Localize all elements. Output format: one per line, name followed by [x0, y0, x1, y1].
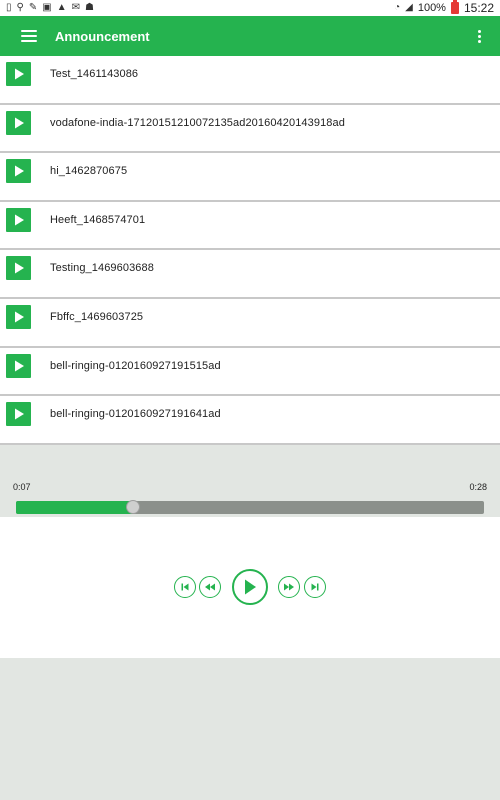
overflow-menu-icon[interactable] — [472, 28, 486, 44]
android-icon: ☗ — [84, 2, 94, 13]
total-time: 0:28 — [469, 482, 487, 492]
skip-previous-icon — [181, 583, 189, 591]
status-bar: ▯ ⚲ ✎ ▣ ▲ ✉ ☗ ◔ ◢ 100% 15:22 — [0, 0, 500, 16]
play-icon — [14, 165, 24, 177]
track-play-button[interactable] — [6, 207, 31, 232]
rewind-button[interactable] — [199, 576, 221, 598]
track-play-button[interactable] — [6, 402, 31, 427]
track-name: vodafone-india-17120151210072135ad201604… — [50, 116, 345, 129]
track-name: Fbffc_1469603725 — [50, 310, 144, 323]
device-icon: ▯ — [6, 2, 12, 13]
play-icon — [14, 408, 24, 420]
play-icon — [14, 262, 24, 274]
track-name: bell-ringing-0120160927191641ad — [50, 408, 221, 421]
wifi-icon: ◔ — [394, 2, 401, 13]
seek-bar[interactable] — [16, 500, 484, 514]
track-play-button[interactable] — [6, 256, 31, 281]
signal-icon: ◢ — [405, 2, 413, 13]
warning-icon: ▲ — [56, 2, 67, 13]
track-play-button[interactable] — [6, 159, 31, 184]
status-icons-right: ◔ ◢ 100% 15:22 — [394, 0, 494, 15]
play-icon — [14, 360, 24, 372]
play-button[interactable] — [232, 569, 268, 605]
player-progress-panel: 0:07 0:28 — [0, 445, 500, 517]
rewind-icon — [205, 583, 215, 591]
track-play-button[interactable] — [6, 110, 31, 135]
battery-icon — [450, 0, 459, 14]
track-play-button[interactable] — [6, 304, 31, 329]
track-row[interactable]: vodafone-india-17120151210072135ad201604… — [0, 104, 500, 154]
track-row[interactable]: bell-ringing-0120160927191641ad — [0, 396, 500, 445]
track-name: hi_1462870675 — [50, 165, 128, 178]
track-play-button[interactable] — [6, 62, 31, 86]
image-icon: ▣ — [42, 2, 52, 13]
track-row[interactable]: bell-ringing-0120160927191515ad — [0, 347, 500, 397]
track-row[interactable]: Test_1461143086 — [0, 56, 500, 105]
page-title: Announcement — [55, 28, 150, 44]
status-icons-left: ▯ ⚲ ✎ ▣ ▲ ✉ ☗ — [6, 3, 94, 13]
current-time: 0:07 — [13, 482, 31, 492]
wrench-icon: ✎ — [28, 2, 38, 13]
track-row[interactable]: Heeft_1468574701 — [0, 201, 500, 251]
hamburger-menu-icon[interactable] — [21, 30, 37, 42]
track-row[interactable]: Fbffc_1469603725 — [0, 298, 500, 348]
mail-icon: ✉ — [71, 2, 80, 13]
app-bar: Announcement — [0, 16, 500, 56]
play-icon — [14, 117, 24, 129]
playback-controls — [0, 517, 500, 658]
track-row[interactable]: Testing_1469603688 — [0, 250, 500, 299]
seek-bar-thumb[interactable] — [126, 500, 140, 514]
seek-bar-progress — [16, 501, 133, 514]
clock: 15:22 — [463, 1, 494, 15]
location-icon: ⚲ — [16, 2, 24, 13]
track-row[interactable]: hi_1462870675 — [0, 153, 500, 202]
play-icon — [14, 214, 24, 226]
track-name: bell-ringing-0120160927191515ad — [50, 359, 221, 372]
track-play-button[interactable] — [6, 353, 31, 378]
track-name: Testing_1469603688 — [50, 262, 154, 275]
track-name: Test_1461143086 — [50, 68, 139, 80]
track-name: Heeft_1468574701 — [50, 213, 146, 226]
empty-background — [0, 658, 500, 800]
fast-forward-icon — [284, 583, 294, 591]
play-icon — [245, 579, 256, 595]
fast-forward-button[interactable] — [278, 576, 300, 598]
play-icon — [14, 311, 24, 323]
skip-next-icon — [311, 583, 319, 591]
battery-percent: 100% — [417, 2, 446, 14]
previous-button[interactable] — [174, 576, 196, 598]
next-button[interactable] — [304, 576, 326, 598]
play-icon — [14, 68, 24, 80]
track-list: Test_1461143086 vodafone-india-1712015121… — [0, 56, 500, 445]
